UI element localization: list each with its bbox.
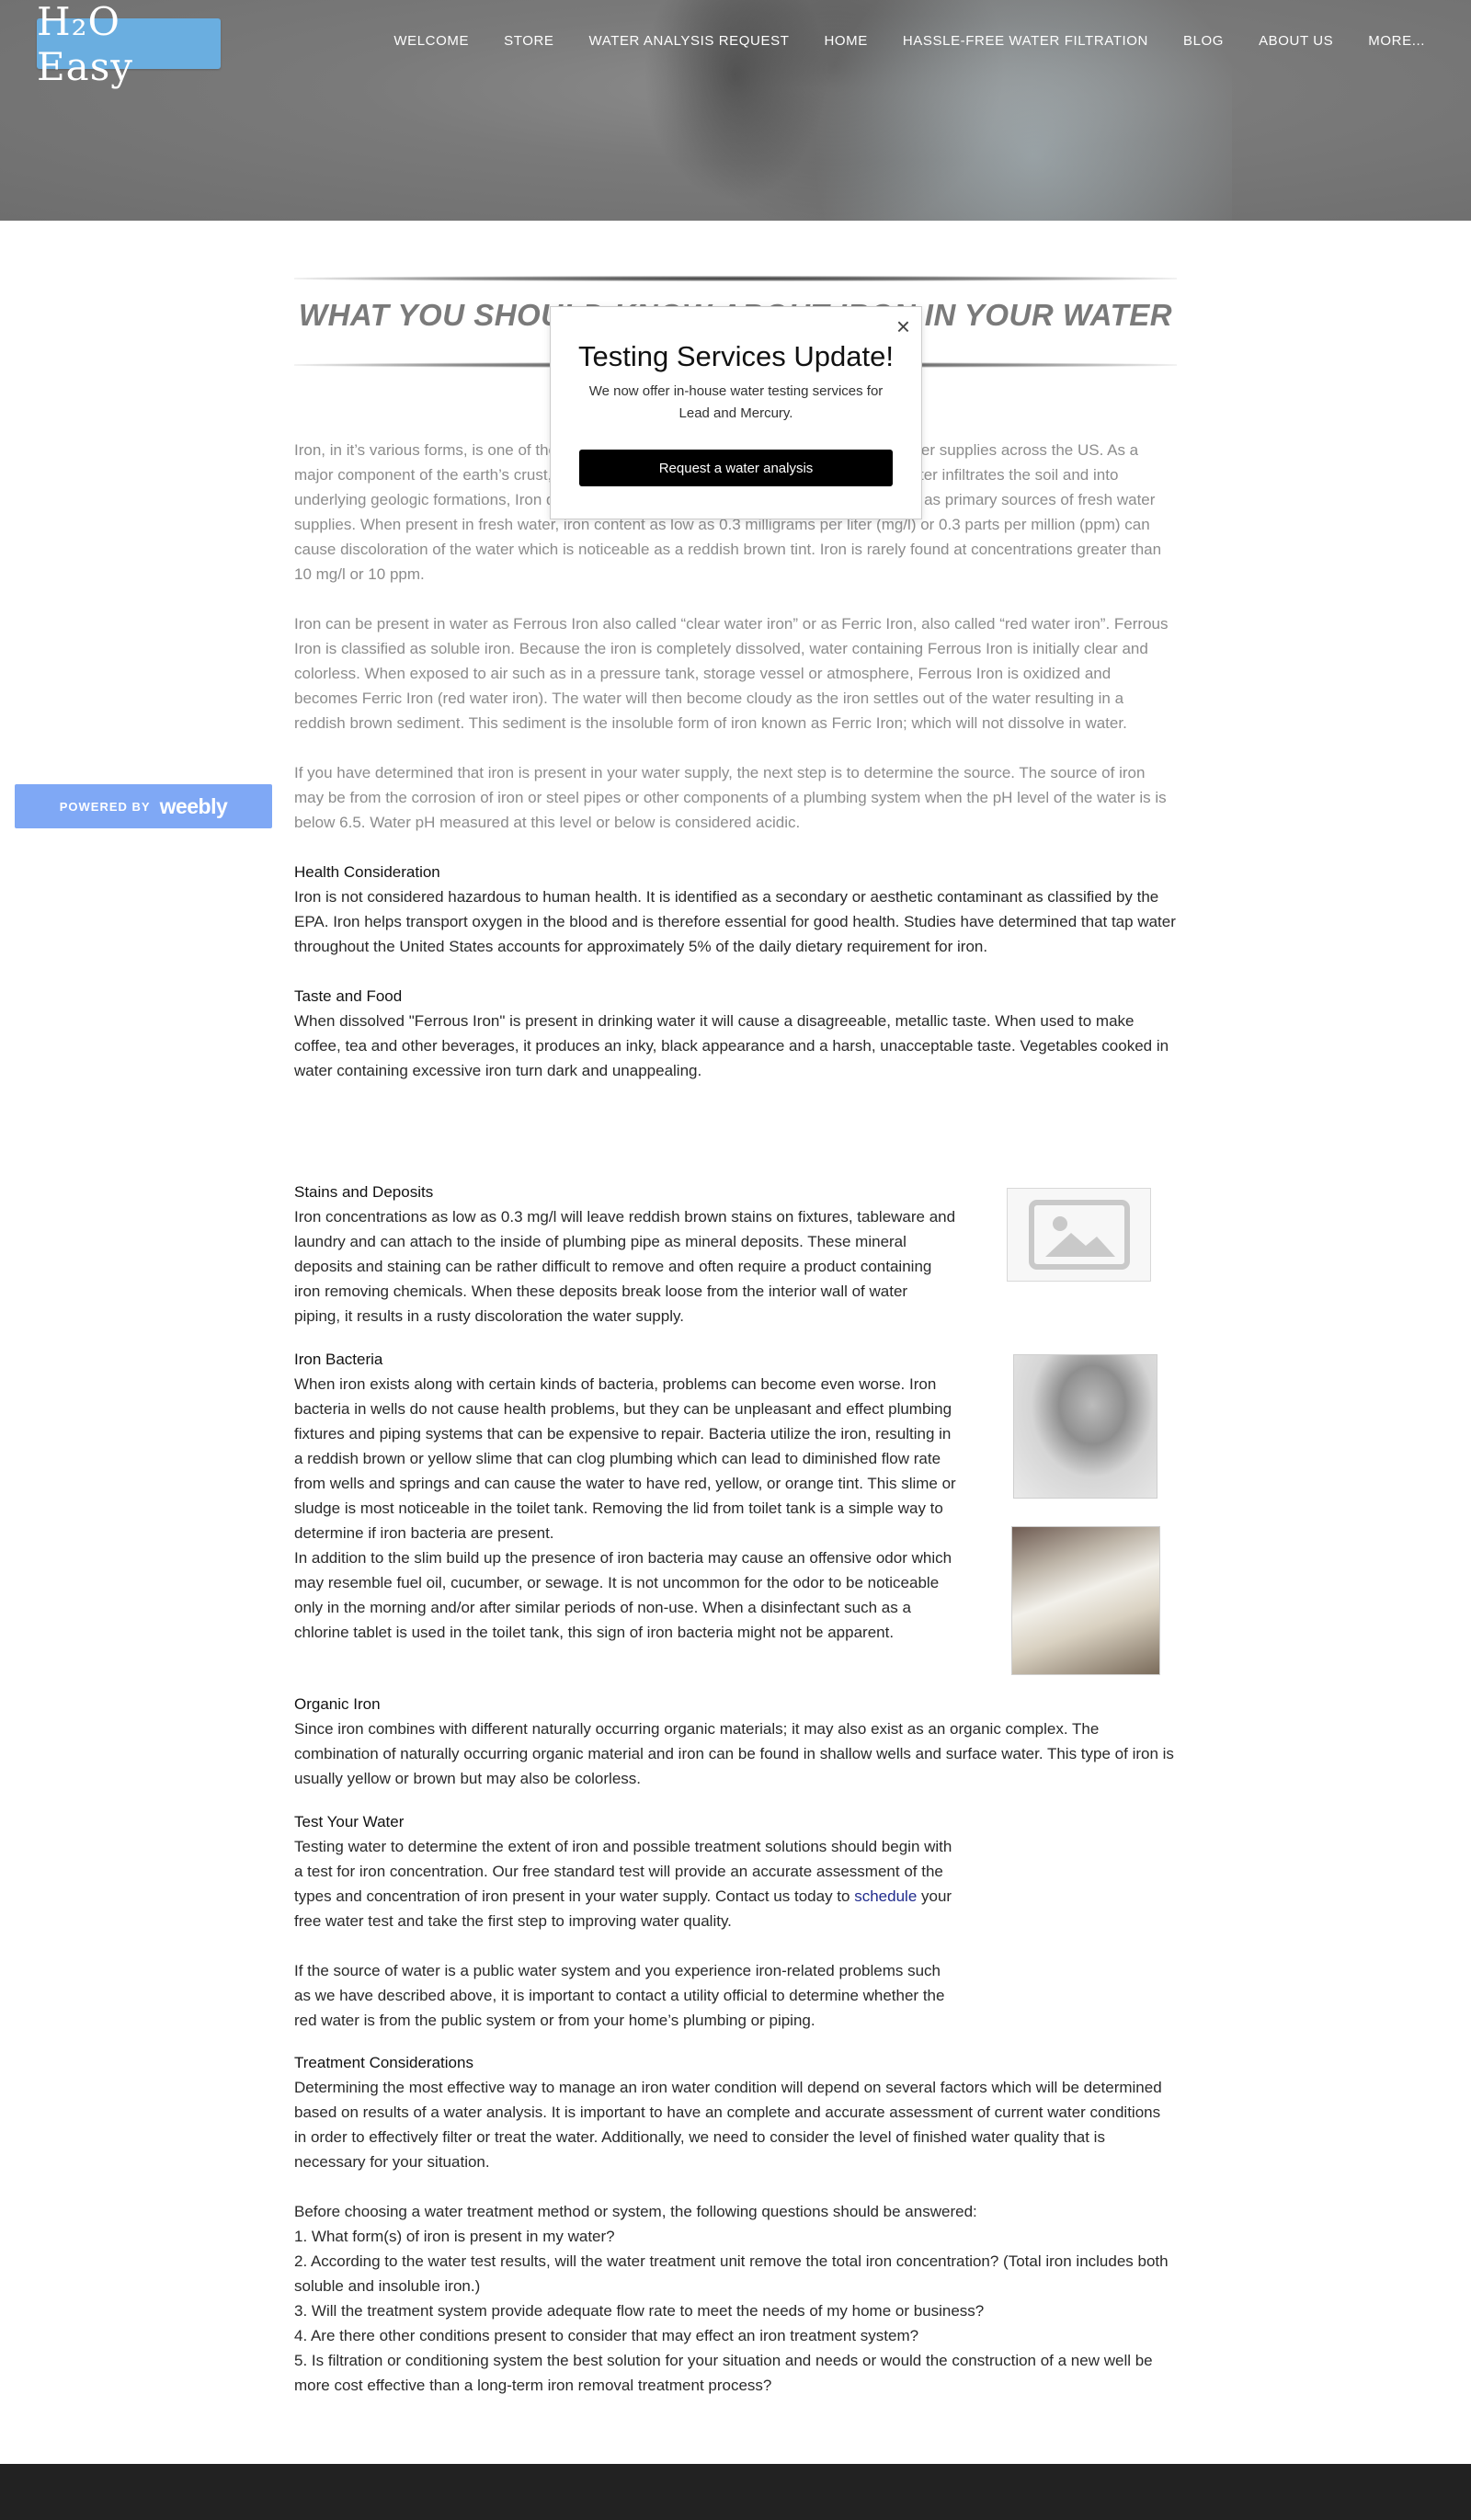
schedule-link[interactable]: schedule bbox=[854, 1887, 917, 1905]
question-item: 3. Will the treatment system provide ade… bbox=[294, 2302, 985, 2320]
treatment-section: Treatment Considerations Determining the… bbox=[294, 2050, 1177, 2174]
bacteria-body-1: When iron exists along with certain kind… bbox=[294, 1375, 956, 1542]
nav-home[interactable]: HOME bbox=[824, 33, 867, 49]
health-section: Health Consideration Iron is not conside… bbox=[294, 860, 1177, 959]
organic-body: Since iron combines with different natur… bbox=[294, 1720, 1174, 1787]
question-item: 4. Are there other conditions present to… bbox=[294, 2327, 919, 2344]
iron-bacteria-photo bbox=[1013, 1354, 1157, 1499]
powered-by-label: POWERED BY bbox=[59, 799, 151, 814]
testing-update-popup: × Testing Services Update! We now offer … bbox=[550, 306, 922, 519]
popup-body: We now offer in-house water testing serv… bbox=[588, 383, 884, 421]
stains-section: Stains and Deposits Iron concentrations … bbox=[294, 1180, 956, 1328]
nav-more[interactable]: MORE... bbox=[1368, 33, 1425, 49]
popup-title: Testing Services Update! bbox=[578, 340, 894, 372]
site-logo[interactable]: H₂O Easy bbox=[37, 0, 221, 89]
health-heading: Health Consideration bbox=[294, 863, 440, 881]
organic-heading: Organic Iron bbox=[294, 1695, 381, 1713]
test-heading: Test Your Water bbox=[294, 1813, 405, 1830]
request-analysis-button[interactable]: Request a water analysis bbox=[579, 450, 893, 486]
questions-intro: Before choosing a water treatment method… bbox=[294, 2203, 977, 2220]
test-section: Test Your Water Testing water to determi… bbox=[294, 1809, 956, 1933]
weebly-logo: weebly bbox=[159, 793, 228, 818]
nav-about-us[interactable]: ABOUT US bbox=[1259, 33, 1333, 49]
powered-by-weebly-badge[interactable]: POWERED BY weebly bbox=[15, 784, 272, 828]
nav-welcome[interactable]: WELCOME bbox=[393, 33, 469, 49]
source-paragraph: If you have determined that iron is pres… bbox=[294, 764, 1167, 831]
bacteria-heading: Iron Bacteria bbox=[294, 1351, 383, 1368]
questions-section: Before choosing a water treatment method… bbox=[294, 2199, 1177, 2398]
treatment-heading: Treatment Considerations bbox=[294, 2054, 473, 2071]
image-placeholder-icon bbox=[1028, 1200, 1130, 1270]
nav-store[interactable]: STORE bbox=[504, 33, 553, 49]
stains-body: Iron concentrations as low as 0.3 mg/l w… bbox=[294, 1208, 956, 1325]
nav-water-analysis-request[interactable]: WATER ANALYSIS REQUEST bbox=[589, 33, 790, 49]
taste-section: Taste and Food When dissolved "Ferrous I… bbox=[294, 984, 1177, 1083]
main-nav: WELCOME STORE WATER ANALYSIS REQUEST HOM… bbox=[393, 33, 1425, 49]
forms-paragraph: Iron can be present in water as Ferrous … bbox=[294, 615, 1169, 732]
organic-section: Organic Iron Since iron combines with di… bbox=[294, 1692, 1177, 1791]
treatment-body: Determining the most effective way to ma… bbox=[294, 2079, 1162, 2171]
nav-blog[interactable]: BLOG bbox=[1183, 33, 1224, 49]
question-item: 1. What form(s) of iron is present in my… bbox=[294, 2228, 615, 2245]
toilet-tank-photo bbox=[1011, 1526, 1160, 1675]
bacteria-body-2: In addition to the slim build up the pre… bbox=[294, 1549, 952, 1641]
stains-heading: Stains and Deposits bbox=[294, 1183, 434, 1201]
title-divider-top bbox=[294, 276, 1177, 281]
header-banner: H₂O Easy WELCOME STORE WATER ANALYSIS RE… bbox=[0, 0, 1471, 221]
question-item: 2. According to the water test results, … bbox=[294, 2252, 1169, 2295]
bacteria-section: Iron Bacteria When iron exists along wit… bbox=[294, 1347, 956, 1645]
health-body: Iron is not considered hazardous to huma… bbox=[294, 888, 1176, 955]
taste-body: When dissolved "Ferrous Iron" is present… bbox=[294, 1012, 1169, 1079]
nav-hassle-free-water-filtration[interactable]: HASSLE-FREE WATER FILTRATION bbox=[903, 33, 1148, 49]
taste-heading: Taste and Food bbox=[294, 987, 403, 1005]
image-placeholder bbox=[1007, 1188, 1151, 1282]
close-icon[interactable]: × bbox=[896, 314, 910, 338]
footer-bar bbox=[0, 2464, 1471, 2520]
public-water-paragraph: If the source of water is a public water… bbox=[294, 1962, 945, 2029]
question-item: 5. Is filtration or conditioning system … bbox=[294, 2352, 1153, 2394]
banner-figure bbox=[644, 0, 827, 202]
